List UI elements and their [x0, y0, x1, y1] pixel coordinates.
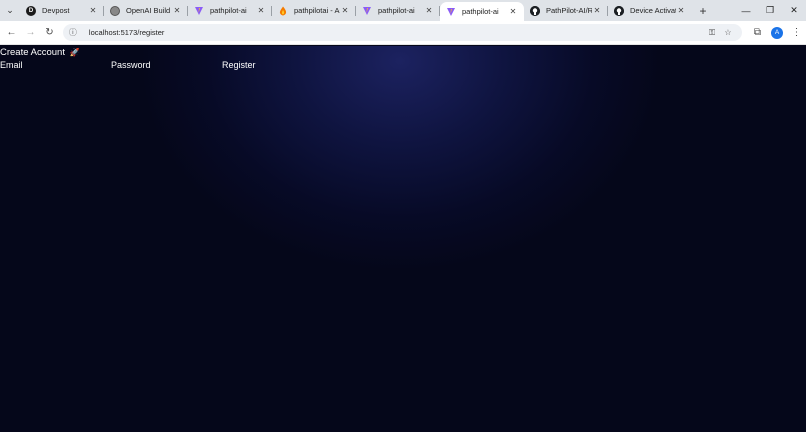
tab-title: PathPilot-AI/RE/: [546, 6, 592, 15]
tab-search-icon[interactable]: ⌄: [0, 0, 20, 21]
tab-title: OpenAI Build W: [126, 6, 172, 15]
password-key-icon[interactable]: ⚿: [704, 28, 720, 38]
tab-title: pathpilotai - Aut: [294, 6, 340, 15]
register-form: Email Password Register: [0, 60, 256, 70]
tab-openai[interactable]: OpenAI Build W ✕: [104, 0, 188, 21]
close-icon[interactable]: ✕: [340, 6, 350, 15]
menu-kebab-icon[interactable]: ⋮: [787, 21, 806, 45]
vite-icon: [446, 7, 456, 17]
site-info-icon[interactable]: ⓘ: [69, 27, 83, 38]
close-icon[interactable]: ✕: [88, 6, 98, 15]
tab-title: Devpost: [42, 6, 70, 15]
avatar[interactable]: A: [770, 26, 783, 39]
new-tab-button[interactable]: +: [694, 4, 712, 18]
openai-icon: [110, 5, 120, 16]
tab-pathpilot-2[interactable]: pathpilot-ai ✕: [356, 0, 440, 21]
extensions-icon[interactable]: ⧉: [748, 21, 767, 45]
tab-devpost[interactable]: D Devpost ✕: [20, 0, 104, 21]
devpost-icon: D: [26, 5, 36, 16]
window-controls: — ❐ ✕: [734, 0, 806, 21]
bookmark-star-icon[interactable]: ☆: [720, 28, 736, 37]
close-icon[interactable]: ✕: [676, 6, 686, 15]
forward-icon[interactable]: →: [21, 21, 40, 45]
close-icon[interactable]: ✕: [172, 6, 182, 15]
tab-title: pathpilot-ai: [378, 6, 415, 15]
rocket-icon: 🚀: [69, 48, 80, 57]
address-bar[interactable]: ⓘ localhost:5173/register ⚿ ☆: [62, 24, 742, 41]
github-icon: [530, 5, 540, 16]
page-title-text: Create Account: [0, 47, 65, 58]
register-button[interactable]: Register: [222, 60, 256, 70]
password-field[interactable]: Password: [111, 60, 222, 70]
tab-title: pathpilot-ai: [210, 6, 247, 15]
vite-icon: [362, 6, 372, 16]
tab-firebase[interactable]: pathpilotai - Aut ✕: [272, 0, 356, 21]
url-text[interactable]: localhost:5173/register: [89, 28, 704, 37]
page-viewport: Create Account 🚀 Email Password Register: [0, 46, 806, 432]
tab-github-repo[interactable]: PathPilot-AI/RE/ ✕: [524, 0, 608, 21]
tab-pathpilot-1[interactable]: pathpilot-ai ✕: [188, 0, 272, 21]
vite-icon: [194, 6, 204, 16]
restore-icon[interactable]: ❐: [758, 0, 782, 21]
tab-title: Device Activatio: [630, 6, 676, 15]
close-icon[interactable]: ✕: [592, 6, 602, 15]
close-icon[interactable]: ✕: [424, 6, 434, 15]
firebase-icon: [278, 6, 288, 16]
page-title: Create Account 🚀: [0, 47, 80, 58]
minimize-icon[interactable]: —: [734, 0, 758, 21]
tab-device-activation[interactable]: Device Activatio ✕: [608, 0, 692, 21]
back-icon[interactable]: ←: [2, 21, 21, 45]
email-field[interactable]: Email: [0, 60, 111, 70]
close-window-icon[interactable]: ✕: [782, 0, 806, 21]
github-icon: [614, 5, 624, 16]
tab-title: pathpilot-ai: [462, 7, 499, 16]
close-icon[interactable]: ✕: [256, 6, 266, 15]
browser-toolbar: ← → ↻ ⓘ localhost:5173/register ⚿ ☆ ⧉ A …: [0, 21, 806, 45]
tab-pathpilot-active[interactable]: pathpilot-ai ✕: [440, 2, 524, 21]
reload-icon[interactable]: ↻: [40, 21, 59, 45]
close-icon[interactable]: ✕: [508, 7, 518, 16]
tab-strip: ⌄ D Devpost ✕ OpenAI Build W ✕ pathpilot…: [0, 0, 806, 21]
